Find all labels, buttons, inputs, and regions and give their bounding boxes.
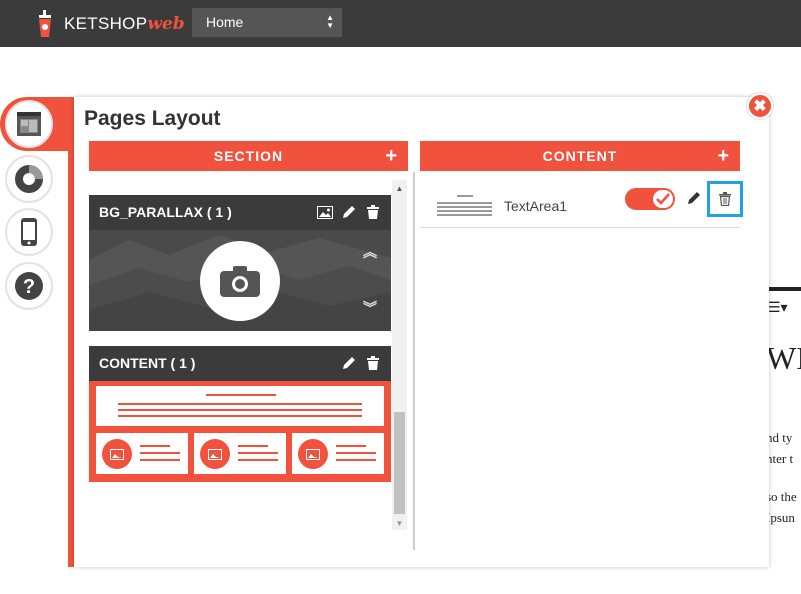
close-icon: ✖: [753, 98, 767, 115]
image-card-preview: [96, 433, 188, 474]
content-column-header: CONTENT +: [420, 141, 740, 171]
visibility-toggle[interactable]: [625, 188, 675, 210]
trash-icon: [719, 192, 731, 206]
content-list-item[interactable]: TextArea1: [420, 180, 743, 228]
background-text-line: Ipsun: [766, 510, 795, 525]
text-area-thumbnail-icon: [437, 195, 492, 219]
image-icon[interactable]: [317, 204, 333, 220]
image-card-preview: [292, 433, 384, 474]
pencil-icon: [688, 192, 700, 204]
svg-text:?: ?: [23, 276, 35, 298]
text-block-preview: [96, 386, 384, 426]
mobile-preview-button[interactable]: [5, 208, 53, 256]
chevron-down-double-icon[interactable]: ︾: [363, 298, 377, 318]
chevron-up-double-icon[interactable]: ︽: [363, 242, 377, 262]
theme-tool-button[interactable]: [5, 155, 53, 203]
layout-tool-button[interactable]: [5, 100, 53, 148]
cup-logo-icon: [36, 10, 54, 38]
page-select-value: Home: [206, 14, 244, 30]
layout-icon: [17, 112, 41, 136]
smartphone-icon: [21, 218, 37, 246]
content-item-label: TextArea1: [504, 198, 568, 214]
top-bar: KETSHOP web Home ▲ ▼: [0, 0, 801, 47]
camera-icon: [220, 266, 260, 297]
section-column-header: SECTION +: [89, 141, 408, 171]
add-content-button[interactable]: +: [717, 145, 730, 168]
question-mark-icon: ?: [15, 272, 43, 300]
image-icon: [102, 439, 132, 469]
page-select[interactable]: Home ▲ ▼: [192, 8, 342, 37]
section-header-label: SECTION: [213, 148, 284, 164]
logo-web-text: web: [147, 14, 185, 34]
section-scrollbar[interactable]: ▲ ▼: [392, 180, 407, 530]
camera-upload-button[interactable]: [200, 241, 280, 321]
section-item-header[interactable]: CONTENT ( 1 ): [89, 346, 391, 381]
background-text-line: nter t: [766, 451, 794, 466]
donut-chart-icon: [15, 165, 43, 193]
pencil-icon[interactable]: [341, 204, 357, 220]
parallax-preview[interactable]: ︽ ︾: [89, 230, 391, 331]
section-item-title: BG_PARALLAX ( 1 ): [99, 204, 232, 220]
close-panel-button[interactable]: ✖: [747, 93, 773, 119]
delete-content-button[interactable]: [707, 181, 743, 217]
scroll-down-arrow-icon[interactable]: ▼: [392, 519, 407, 528]
trash-icon[interactable]: [365, 355, 381, 371]
scroll-up-arrow-icon[interactable]: ▲: [392, 184, 407, 193]
scroll-thumb[interactable]: [394, 412, 405, 514]
background-text-line: nd ty: [766, 430, 793, 445]
column-divider: [413, 172, 415, 550]
ketshop-logo[interactable]: KETSHOP web: [36, 10, 185, 38]
background-text-line: so the: [766, 489, 797, 504]
add-section-button[interactable]: +: [385, 145, 398, 168]
content-header-label: CONTENT: [542, 148, 618, 164]
select-arrows-icon: ▲ ▼: [326, 13, 334, 30]
image-icon: [200, 439, 230, 469]
background-heading: WI: [766, 340, 801, 376]
help-button[interactable]: ?: [5, 262, 53, 310]
section-item-header[interactable]: BG_PARALLAX ( 1 ): [89, 195, 391, 230]
checkmark-icon: [653, 190, 673, 208]
section-item-title: CONTENT ( 1 ): [99, 355, 196, 371]
pencil-icon[interactable]: [341, 355, 357, 371]
align-left-icon[interactable]: ☰▾: [768, 299, 788, 316]
trash-icon[interactable]: [365, 204, 381, 220]
edit-content-button[interactable]: [687, 191, 701, 210]
panel-title: Pages Layout: [84, 107, 221, 130]
content-section-preview[interactable]: [89, 381, 391, 482]
image-icon: [298, 439, 328, 469]
logo-text: KETSHOP: [64, 14, 148, 33]
image-card-preview: [194, 433, 286, 474]
